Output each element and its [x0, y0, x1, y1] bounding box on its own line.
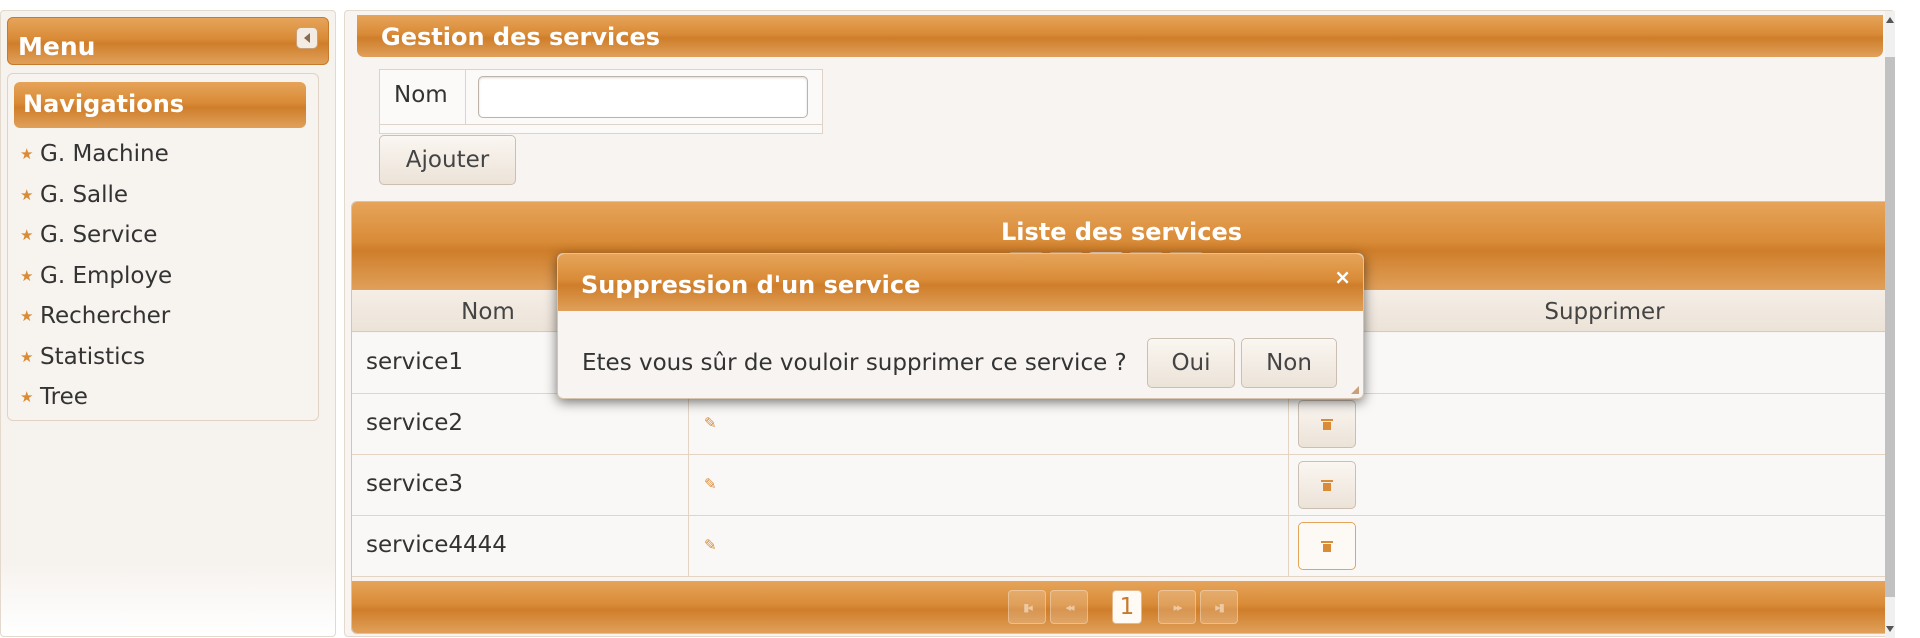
scroll-down-icon[interactable]: [1886, 626, 1894, 632]
nav-item-label: G. Employe: [40, 262, 173, 289]
scroll-up-icon[interactable]: [1886, 17, 1894, 23]
star-icon: ★: [20, 388, 34, 407]
menu-panel: Menu Navigations ★ G. Machine ★ G. Salle ★…: [0, 10, 336, 637]
nom-label: Nom: [380, 70, 466, 125]
nav-item-label: G. Service: [40, 222, 158, 249]
add-button[interactable]: Ajouter: [379, 135, 516, 185]
navigation-list: ★ G. Machine ★ G. Salle ★ G. Service ★ G. Em…: [20, 134, 172, 418]
column-divider: [1288, 455, 1289, 515]
nav-item-label: Statistics: [40, 343, 146, 370]
nav-item-label: Tree: [40, 384, 88, 411]
close-icon[interactable]: ×: [1334, 265, 1351, 289]
column-divider: [1288, 516, 1289, 576]
edit-pencil-icon[interactable]: ✎: [704, 536, 717, 554]
nav-item-label: Rechercher: [40, 303, 171, 330]
star-icon: ★: [20, 266, 34, 285]
collapse-menu-button[interactable]: [296, 27, 318, 49]
edit-pencil-icon[interactable]: ✎: [704, 414, 717, 432]
table-row: service2 ✎: [352, 394, 1891, 455]
edit-pencil-icon[interactable]: ✎: [704, 475, 717, 493]
current-page[interactable]: 1: [1112, 590, 1142, 624]
list-title: Liste des services: [1000, 218, 1243, 246]
navigation-header: Navigations: [14, 82, 306, 128]
nav-item-g-salle[interactable]: ★ G. Salle: [20, 175, 172, 216]
trash-icon: [1321, 419, 1333, 430]
table-row: service3 ✎: [352, 455, 1891, 516]
star-icon: ★: [20, 347, 34, 366]
dialog-title: Suppression d'un service: [581, 271, 921, 299]
scroll-thumb[interactable]: [1885, 57, 1895, 597]
prev-page-button[interactable]: ◂◂: [1050, 590, 1088, 624]
nav-item-g-service[interactable]: ★ G. Service: [20, 215, 172, 256]
dialog-header[interactable]: Suppression d'un service ×: [558, 254, 1363, 311]
dialog-message: Etes vous sûr de vouloir supprimer ce se…: [582, 350, 1127, 376]
column-header-supprimer: Supprimer: [1544, 299, 1665, 325]
no-button[interactable]: Non: [1241, 338, 1337, 388]
nav-item-statistics[interactable]: ★ Statistics: [20, 337, 172, 378]
nav-item-label: G. Salle: [40, 181, 129, 208]
column-divider: [1288, 394, 1289, 454]
service-name: service3: [366, 471, 464, 497]
delete-button[interactable]: [1298, 522, 1356, 570]
navigation-box: Navigations ★ G. Machine ★ G. Salle ★ G. Se…: [7, 73, 319, 421]
scrollbar[interactable]: [1885, 11, 1895, 638]
form-divider: [380, 124, 822, 133]
yes-button[interactable]: Oui: [1147, 338, 1235, 388]
service-name: service2: [366, 410, 464, 436]
nav-item-tree[interactable]: ★ Tree: [20, 377, 172, 418]
column-divider: [688, 394, 689, 454]
column-divider: [688, 516, 689, 576]
star-icon: ★: [20, 226, 34, 245]
nav-item-g-employe[interactable]: ★ G. Employe: [20, 256, 172, 297]
delete-button[interactable]: [1298, 461, 1356, 509]
table-row: service4444 ✎: [352, 516, 1891, 577]
delete-confirm-dialog: Suppression d'un service × Etes vous sûr…: [557, 253, 1364, 399]
star-icon: ★: [20, 185, 34, 204]
nav-item-rechercher[interactable]: ★ Rechercher: [20, 296, 172, 337]
nom-input[interactable]: [478, 76, 808, 118]
column-divider: [688, 455, 689, 515]
trash-icon: [1321, 541, 1333, 552]
pagination-bar: ▮◂ ◂◂ 1 ▸▸ ▸▮: [352, 581, 1891, 633]
nav-item-g-machine[interactable]: ★ G. Machine: [20, 134, 172, 175]
nav-item-label: G. Machine: [40, 141, 169, 168]
next-page-button[interactable]: ▸▸: [1158, 590, 1196, 624]
last-page-button[interactable]: ▸▮: [1200, 590, 1238, 624]
service-name: service4444: [366, 532, 507, 558]
resize-handle-icon[interactable]: [1351, 386, 1359, 394]
delete-button[interactable]: [1298, 400, 1356, 448]
chevron-left-icon: [304, 33, 310, 43]
star-icon: ★: [20, 307, 34, 326]
gestion-header: Gestion des services: [357, 15, 1883, 57]
trash-icon: [1321, 480, 1333, 491]
menu-header: Menu: [7, 17, 329, 65]
menu-title: Menu: [18, 32, 96, 61]
first-page-button[interactable]: ▮◂: [1008, 590, 1046, 624]
star-icon: ★: [20, 145, 34, 164]
service-form: Nom: [379, 69, 823, 134]
service-name: service1: [366, 349, 464, 375]
